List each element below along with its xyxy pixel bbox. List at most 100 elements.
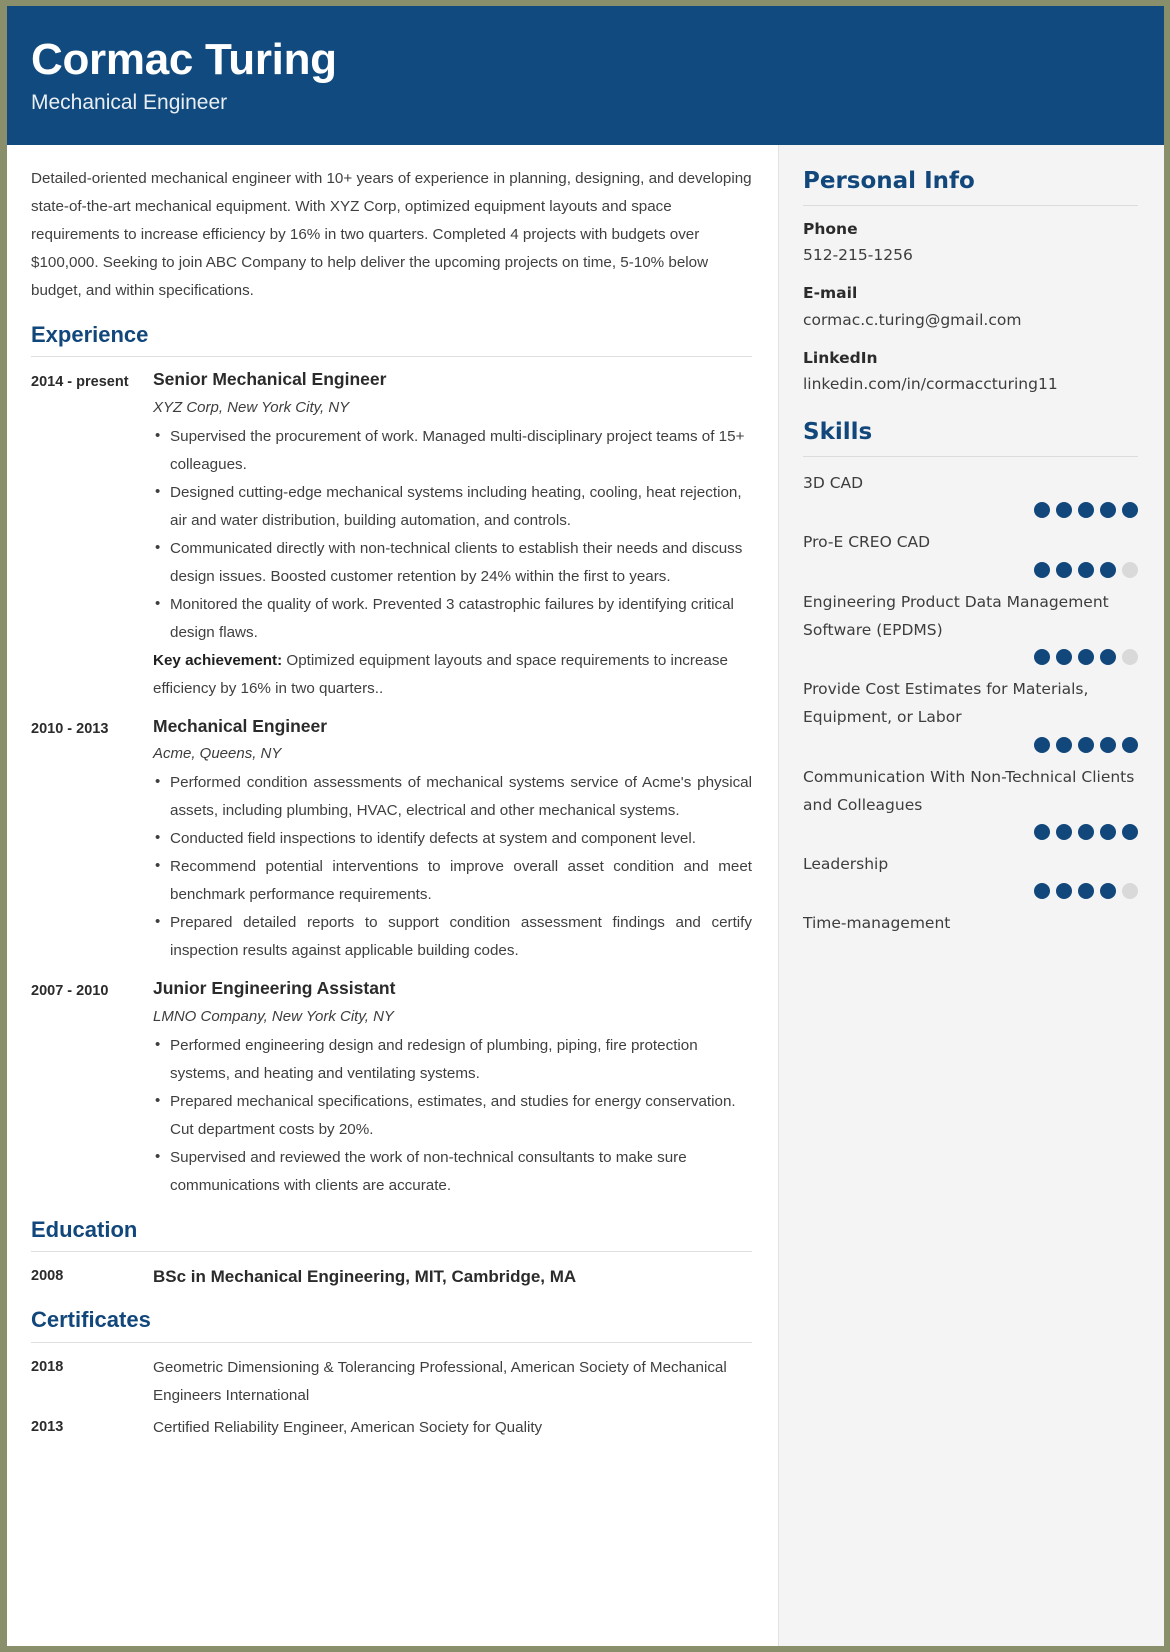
candidate-job-title: Mechanical Engineer (31, 91, 228, 115)
education-row: 2008 BSc in Mechanical Engineering, MIT, … (31, 1263, 752, 1290)
rating-dot-filled (1056, 736, 1072, 753)
resume-page: Cormac Turing Mechanical Engineer Detail… (0, 0, 1170, 1652)
skill-name: Pro-E CREO CAD (803, 533, 931, 552)
skill-name: Engineering Product Data Management Soft… (803, 592, 1109, 639)
experience-entry: 2010 - 2013 Mechanical Engineer Acme, Quee… (31, 715, 752, 965)
rating-dot-filled (1078, 823, 1094, 840)
rating-dot-filled (1100, 883, 1116, 900)
skills-divider (803, 456, 1138, 458)
certificate-row: 2013 Certified Reliability Engineer, Amer… (31, 1414, 752, 1442)
experience-bullet: Monitored the quality of work. Prevented… (153, 590, 752, 647)
experience-organization: XYZ Corp, New York City, NY (153, 399, 350, 417)
rating-dot-empty (1122, 561, 1138, 578)
experience-entry: 2007 - 2010 Junior Engineering Assistant L… (31, 977, 752, 1199)
rating-dot-filled (1122, 502, 1138, 519)
resume-body: Detailed-oriented mechanical engineer wi… (7, 145, 1164, 1646)
rating-dot-filled (1034, 561, 1050, 578)
rating-dot-filled (1078, 561, 1094, 578)
experience-bullet: Recommend potential interventions to imp… (153, 852, 752, 909)
rating-dot-filled (1100, 823, 1116, 840)
experience-role: Junior Engineering Assistant (153, 978, 396, 999)
skills-heading: Skills (803, 419, 873, 446)
skill-name: Communication With Non-Technical Clients… (803, 767, 1135, 814)
skill-item: Engineering Product Data Management Soft… (803, 588, 1138, 666)
skill-item: Communication With Non-Technical Clients… (803, 763, 1138, 840)
personal-info-value[interactable]: linkedin.com/in/cormaccturing11 (803, 373, 1138, 396)
skill-item: Time-management (803, 909, 1138, 937)
skill-item: Provide Cost Estimates for Materials, Eq… (803, 675, 1138, 753)
skill-name: Leadership (803, 854, 889, 873)
experience-content: Senior Mechanical Engineer XYZ Corp, New … (153, 368, 752, 702)
experience-section-heading: Experience (31, 321, 149, 347)
certificate-row: 2018 Geometric Dimensioning & Tolerancing… (31, 1354, 752, 1410)
rating-dot-filled (1078, 502, 1094, 519)
skill-item: Leadership (803, 850, 1138, 900)
rating-dot-filled (1056, 823, 1072, 840)
key-achievement: Key achievement: Optimized equipment lay… (153, 647, 752, 703)
skill-rating (803, 823, 1138, 840)
rating-dot-filled (1056, 883, 1072, 900)
certificate-row-text: Geometric Dimensioning & Tolerancing Pro… (153, 1358, 727, 1404)
experience-bullet: Communicated directly with non-technical… (153, 534, 752, 591)
rating-dot-filled (1056, 561, 1072, 578)
skill-item: Pro-E CREO CAD (803, 528, 1138, 578)
certificate-row-year: 2013 (31, 1418, 64, 1435)
education-row-year: 2008 (31, 1268, 64, 1285)
experience-dates: 2014 - present (31, 374, 129, 391)
rating-dot-filled (1056, 649, 1072, 666)
rating-dot-empty (1122, 649, 1138, 666)
experience-dates: 2007 - 2010 (31, 983, 109, 1000)
rating-dot-filled (1078, 883, 1094, 900)
skill-rating (803, 736, 1138, 753)
certificates-section-heading: Certificates (31, 1307, 151, 1333)
rating-dot-filled (1100, 736, 1116, 753)
experience-dates: 2010 - 2013 (31, 720, 109, 737)
experience-bullet: Prepared mechanical specifications, esti… (153, 1087, 752, 1144)
experience-bullet-list: Supervised the procurement of work. Mana… (153, 422, 752, 647)
rating-dot-filled (1034, 736, 1050, 753)
rating-dot-filled (1034, 502, 1050, 519)
experience-bullet: Designed cutting-edge mechanical systems… (153, 478, 752, 535)
experience-content: Junior Engineering Assistant LMNO Company… (153, 977, 752, 1199)
experience-content: Mechanical Engineer Acme, Queens, NY Perfo… (153, 715, 752, 965)
education-row-text: BSc in Mechanical Engineering, MIT, Camb… (153, 1267, 577, 1287)
education-list: 2008 BSc in Mechanical Engineering, MIT, … (31, 1263, 752, 1290)
experience-role: Senior Mechanical Engineer (153, 369, 387, 390)
certificate-row-year: 2018 (31, 1358, 64, 1375)
personal-info-value[interactable]: cormac.c.turing@gmail.com (803, 309, 1138, 332)
rating-dot-filled (1056, 502, 1072, 519)
rating-dot-filled (1034, 883, 1050, 900)
rating-dot-filled (1100, 561, 1116, 578)
rating-dot-empty (1122, 883, 1138, 900)
candidate-name: Cormac Turing (31, 34, 337, 84)
rating-dot-filled (1100, 502, 1116, 519)
skill-rating (803, 561, 1138, 578)
experience-bullet: Performed condition assessments of mecha… (153, 768, 752, 825)
key-achievement-label: Key achievement: (153, 651, 283, 669)
skill-name: Provide Cost Estimates for Materials, Eq… (803, 680, 1089, 727)
skills-list: 3D CAD Pro-E CREO CAD Engineering Product … (803, 469, 1138, 937)
experience-entry: 2014 - present Senior Mechanical Engineer… (31, 368, 752, 702)
rating-dot-filled (1078, 649, 1094, 666)
skill-name: Time-management (803, 914, 951, 933)
personal-info-label: Phone (803, 219, 858, 238)
skill-rating (803, 883, 1138, 900)
summary-paragraph: Detailed-oriented mechanical engineer wi… (31, 170, 752, 299)
experience-bullet: Prepared detailed reports to support con… (153, 908, 752, 965)
rating-dot-filled (1122, 736, 1138, 753)
experience-bullet-list: Performed condition assessments of mecha… (153, 768, 752, 965)
certificates-divider (31, 1341, 752, 1343)
skill-rating (803, 649, 1138, 666)
experience-list: 2014 - present Senior Mechanical Engineer… (31, 368, 752, 1199)
experience-bullet: Supervised the procurement of work. Mana… (153, 422, 752, 479)
experience-role: Mechanical Engineer (153, 715, 328, 736)
personal-info-value[interactable]: 512-215-1256 (803, 244, 1138, 267)
skill-name: 3D CAD (803, 474, 864, 493)
certificates-list: 2018 Geometric Dimensioning & Tolerancing… (31, 1354, 752, 1442)
main-column: Detailed-oriented mechanical engineer wi… (7, 145, 778, 1646)
sidebar-column: Personal Info Phone 512-215-1256 E-mail cor… (778, 145, 1164, 1646)
experience-bullet: Supervised and reviewed the work of non-… (153, 1143, 752, 1200)
personal-info-list: Phone 512-215-1256 E-mail cormac.c.turing@g… (803, 218, 1138, 397)
experience-divider (31, 356, 752, 358)
personal-info-label: E-mail (803, 284, 858, 303)
